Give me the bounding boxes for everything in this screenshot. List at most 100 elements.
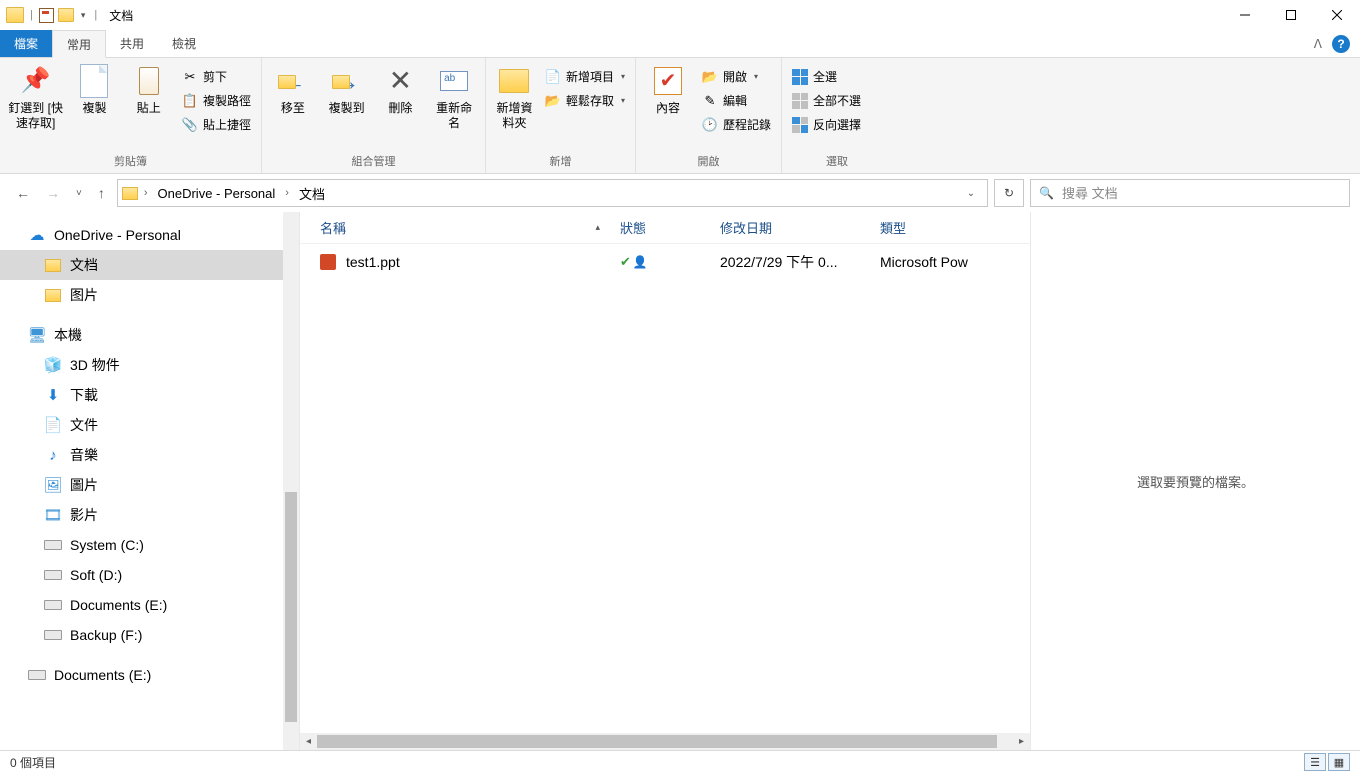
tree-videos[interactable]: 🎞影片 [0,500,299,530]
delete-icon: ✕ [386,67,414,95]
tab-view[interactable]: 檢視 [158,30,210,57]
search-icon: 🔍 [1039,186,1054,200]
search-input[interactable] [1062,186,1341,201]
file-row[interactable]: test1.ppt ✔👤 2022/7/29 下午 0... Microsoft… [300,244,1030,280]
open-button[interactable]: 📂開啟▾ [698,66,775,87]
copy-path-button[interactable]: 📋複製路徑 [178,90,255,111]
paste-button[interactable]: 貼上 [124,62,174,119]
invert-selection-icon [792,117,808,133]
open-group-label: 開啟 [636,151,781,173]
scroll-right-button[interactable]: ▸ [1013,733,1030,750]
new-folder-icon [499,69,529,93]
tree-this-pc[interactable]: 🖥本機 [0,320,299,350]
minimize-button[interactable] [1222,0,1268,30]
tree-system-c[interactable]: System (C:) [0,530,299,560]
crumb-sep-1[interactable]: › [285,187,289,199]
scroll-left-button[interactable]: ◂ [300,733,317,750]
file-name: test1.ppt [346,254,400,270]
icons-view-button[interactable]: ▦ [1328,753,1350,771]
shared-icon: 👤 [633,255,648,269]
status-bar: 0 個項目 ☰ ▦ [0,750,1360,773]
cut-button[interactable]: ✂剪下 [178,66,255,87]
refresh-button[interactable]: ↻ [994,179,1024,207]
up-button[interactable]: ↑ [98,185,105,201]
tab-share[interactable]: 共用 [106,30,158,57]
move-to-button[interactable]: ← 移至 [268,62,318,119]
new-folder-button[interactable]: 新增資料夾 [492,62,537,134]
col-state-header[interactable]: 狀態 [620,218,720,237]
invert-selection-button[interactable]: 反向選擇 [788,114,865,135]
tree-backup-f[interactable]: Backup (F:) [0,620,299,650]
help-icon[interactable]: ? [1332,35,1350,53]
navigation-row: ← → ˅ ↑ › OneDrive - Personal › 文档 ⌄ ↻ 🔍 [0,174,1360,212]
video-icon: 🎞 [44,506,62,524]
tree-docs-e[interactable]: Documents (E:) [0,590,299,620]
search-box[interactable]: 🔍 [1030,179,1350,207]
edit-button[interactable]: ✎編輯 [698,90,775,111]
pin-label: 釘選到 [快速存取] [8,101,63,131]
tree-documents2[interactable]: 📄文件 [0,410,299,440]
details-view-button[interactable]: ☰ [1304,753,1326,771]
crumb-folder[interactable]: 文档 [295,184,329,203]
close-button[interactable] [1314,0,1360,30]
properties-button[interactable]: ✔ 內容 [642,62,694,119]
delete-label: 刪除 [388,101,412,116]
address-bar[interactable]: › OneDrive - Personal › 文档 ⌄ [117,179,988,207]
tree-music[interactable]: ♪音樂 [0,440,299,470]
maximize-button[interactable] [1268,0,1314,30]
tree-downloads[interactable]: ⬇下載 [0,380,299,410]
tree-docs-e2[interactable]: Documents (E:) [0,660,299,690]
col-modified-header[interactable]: 修改日期 [720,218,880,237]
paste-shortcut-button[interactable]: 📎貼上捷徑 [178,114,255,135]
horizontal-scrollbar[interactable]: ◂ ▸ [300,733,1030,750]
paste-shortcut-icon: 📎 [182,117,198,133]
ribbon: 📌 釘選到 [快速存取] 複製 貼上 ✂剪下 📋複製路徑 📎貼上捷徑 剪貼簿 ← [0,58,1360,174]
crumb-sep-0[interactable]: › [144,187,148,199]
clipboard-group-label: 剪貼簿 [0,151,261,173]
delete-button[interactable]: ✕ 刪除 [376,62,426,119]
crumb-onedrive[interactable]: OneDrive - Personal [154,186,280,201]
history-icon: 🕑 [702,117,718,133]
tree-soft-d[interactable]: Soft (D:) [0,560,299,590]
tree-onedrive[interactable]: ☁OneDrive - Personal [0,220,299,250]
tree-documents[interactable]: 文档 [0,250,299,280]
collapse-ribbon-icon[interactable]: ᐱ [1314,37,1322,51]
tree-pictures[interactable]: 图片 [0,280,299,310]
tab-file[interactable]: 檔案 [0,30,52,57]
drive-icon [44,596,62,614]
copy-path-icon: 📋 [182,93,198,109]
select-all-button[interactable]: 全選 [788,66,865,87]
sort-asc-icon: ▴ [595,222,600,233]
pin-to-quick-access-button[interactable]: 📌 釘選到 [快速存取] [6,62,65,134]
drive-icon [44,626,62,644]
address-dropdown-icon[interactable]: ⌄ [959,188,983,199]
tree-pictures2[interactable]: 🖼圖片 [0,470,299,500]
tab-home[interactable]: 常用 [52,30,106,58]
rename-button[interactable]: 重新命名 [429,62,479,134]
app-folder-icon [6,7,24,23]
item-count: 0 個項目 [10,754,56,771]
copy-to-button[interactable]: → 複製到 [322,62,372,119]
qat-open-icon[interactable] [58,8,74,22]
forward-button[interactable]: → [46,185,60,201]
easy-access-button[interactable]: 📂輕鬆存取▾ [541,90,629,111]
download-icon: ⬇ [44,386,62,404]
qat-properties-icon[interactable] [39,8,54,23]
select-none-button[interactable]: 全部不選 [788,90,865,111]
copy-label: 複製 [82,101,106,116]
qat-dropdown-icon[interactable]: ▾ [78,10,89,21]
tree-3d-objects[interactable]: 🧊3D 物件 [0,350,299,380]
new-item-button[interactable]: 📄新增項目▾ [541,66,629,87]
copy-button[interactable]: 複製 [69,62,119,119]
col-type-header[interactable]: 類型 [880,218,1020,237]
back-button[interactable]: ← [16,185,30,201]
navpane-scrollbar[interactable] [283,212,299,750]
rename-label: 重新命名 [431,101,477,131]
select-group-label: 選取 [782,151,892,173]
copy-to-label: 複製到 [329,101,365,116]
file-modified: 2022/7/29 下午 0... [720,252,880,272]
history-button[interactable]: 🕑歷程記錄 [698,114,775,135]
recent-locations-button[interactable]: ˅ [76,188,82,199]
col-name-header[interactable]: 名稱▴ [320,218,620,237]
ribbon-tabs: 檔案 常用 共用 檢視 ᐱ ? [0,30,1360,58]
